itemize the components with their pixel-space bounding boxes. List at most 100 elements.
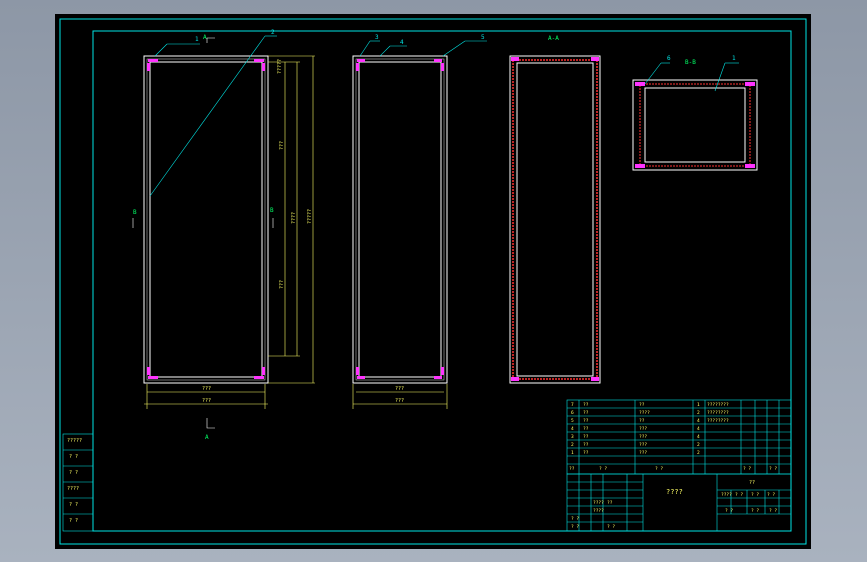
bb-frame-mid [639,83,751,167]
side-frame-outer [352,55,448,384]
section-b-right: B [270,207,274,214]
bolt [511,57,519,61]
bolt [745,82,755,86]
bolt [357,376,365,379]
bolt [147,63,150,71]
drawing-title: ???? [666,488,683,496]
svg-text:? ?: ? ? [769,466,777,472]
rev-cell: ? ? [69,454,78,460]
bom-row-2: 2 ?? ??? 2 [571,442,700,448]
dim-mid: ???? [291,212,297,224]
callout-1b-label: 1 [732,55,736,62]
title-left-cells: ???? ???? ?? ? ? ? ? ? ? [571,500,615,530]
svg-text:? ?: ? ? [743,466,751,472]
side-view: ??? ??? 3 4 5 [352,34,487,409]
side-frame-edge [355,58,445,381]
bolt [591,377,599,381]
section-bb-view: B-B 6 1 [632,55,758,171]
svg-text:????????: ???????? [707,418,729,424]
title-right-cells: ???? ? ? ? ? ? ? ? ? ? ? ? ? [721,492,777,514]
bom-row-1: 1 ?? ??? 2 [571,450,700,456]
rev-cell: ? ? [69,518,78,524]
svg-text:????: ???? [721,492,732,498]
bolt [262,367,265,375]
section-markers [132,37,274,429]
svg-text:??: ?? [583,418,589,424]
svg-text:2: 2 [697,442,700,448]
rev-cell: ? ? [69,502,78,508]
dim-lower: ??? [279,280,285,289]
svg-text:4: 4 [697,426,700,432]
bolt [357,59,365,62]
front-dimension-texts: ??? ??? ????? ??? ??? ???? ????? [202,59,313,404]
svg-text:? ?: ? ? [751,492,759,498]
front-dimensions [144,55,315,409]
svg-text:4: 4 [571,426,574,432]
callout-1-label: 1 [195,36,199,43]
svg-text:2: 2 [697,450,700,456]
bolt [434,59,442,62]
svg-text:? ?: ? ? [769,508,777,514]
rev-cell: ? ? [69,470,78,476]
bolt [148,376,158,379]
svg-text:???: ??? [639,434,647,440]
section-bb-label: B-B [685,59,696,66]
side-bolts [356,59,444,379]
rev-cell: ????? [67,438,82,444]
bolt [635,164,645,168]
svg-text:1: 1 [571,450,574,456]
svg-text:? ?: ? ? [599,466,607,472]
dim-upper: ??? [279,141,285,150]
section-aa-view: A-A [509,35,601,384]
svg-text:1: 1 [697,402,700,408]
bolt [591,57,599,61]
bolt [254,376,264,379]
callout-3-label: 3 [375,34,379,41]
bb-frame-outer [632,79,758,171]
front-frame-inner [149,61,263,378]
svg-text:??: ?? [569,466,575,472]
svg-text:? ?: ? ? [607,524,615,530]
bolt [511,377,519,381]
svg-text:4: 4 [697,418,700,424]
bolt [148,59,158,62]
cad-drawing[interactable]: ??? ??? ????? ??? ??? ???? ????? 1 2 A A… [55,14,811,549]
cad-viewport[interactable]: ??? ??? ????? ??? ??? ???? ????? 1 2 A A… [55,14,811,549]
svg-text:??: ?? [607,500,613,506]
svg-text:? ?: ? ? [735,492,743,498]
side-dim-inner: ??? [395,386,404,392]
bolt [147,367,150,375]
section-b-left: B [133,209,137,216]
svg-text:? ?: ? ? [751,508,759,514]
dim-top-small: ????? [277,59,283,74]
bolt [434,376,442,379]
svg-text:2: 2 [697,410,700,416]
callout-4-label: 4 [400,39,404,46]
revision-table [62,433,94,532]
svg-text:??: ?? [639,418,645,424]
bom-table [566,399,792,475]
aa-frame-outer [509,55,601,384]
svg-text:????: ???? [593,500,604,506]
revision-texts: ????? ? ? ? ? ???? ? ? ? ? [67,438,82,524]
svg-text:??: ?? [583,442,589,448]
bolt [262,63,265,71]
callout-6-label: 6 [667,55,671,62]
svg-text:6: 6 [571,410,574,416]
bom-texts: 7 ?? ?? 1 ???????? 6 ?? ???? 2 ???????? … [569,402,777,472]
sheet-outer-border [59,18,807,545]
front-view: ??? ??? ????? ??? ??? ???? ????? 1 2 A A… [132,29,315,441]
svg-text:??: ?? [583,434,589,440]
aa-frame-inner [516,62,594,377]
dim-total: ????? [307,209,313,224]
bb-frame-inner [644,87,746,163]
svg-text:? ?: ? ? [571,524,579,530]
section-a-top: A [203,34,207,41]
svg-text:? ?: ? ? [767,492,775,498]
dim-outer-width: ??? [202,398,211,404]
bolt [441,367,444,375]
svg-text:? ?: ? ? [725,508,733,514]
side-callouts [359,40,487,57]
svg-text:2: 2 [571,442,574,448]
side-frame-inner [358,61,442,378]
